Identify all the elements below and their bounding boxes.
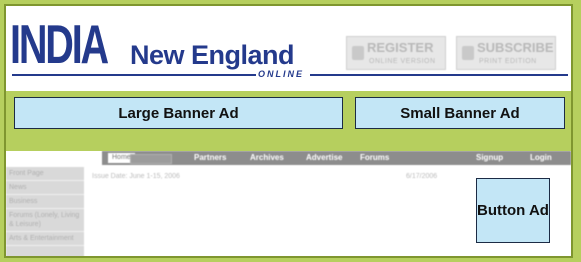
sidebar-item-news[interactable]: News xyxy=(6,181,84,195)
sidebar-item-front-page[interactable]: Front Page xyxy=(6,167,84,181)
nav-archives[interactable]: Archives xyxy=(250,153,284,163)
sidebar-item-forums[interactable]: Forums (Lonely, Living & Leisure) xyxy=(6,209,84,232)
page-frame: INDIA New England ONLINE REGISTER ONLINE… xyxy=(4,4,573,258)
logo-india[interactable]: INDIA xyxy=(10,14,109,74)
nav-search-box[interactable] xyxy=(130,154,172,164)
nav-signup[interactable]: Signup xyxy=(476,153,503,163)
sidebar: Front Page News Business Forums (Lonely,… xyxy=(6,167,84,256)
register-subtitle: ONLINE VERSION xyxy=(369,58,436,65)
subscribe-subtitle: PRINT EDITION xyxy=(479,58,537,65)
sidebar-item-arts[interactable]: Arts & Entertainment xyxy=(6,232,84,246)
subscribe-button[interactable]: SUBSCRIBE PRINT EDITION xyxy=(456,36,556,70)
register-button[interactable]: REGISTER ONLINE VERSION xyxy=(346,36,446,70)
large-banner-ad[interactable]: Large Banner Ad xyxy=(14,97,343,129)
nav-login[interactable]: Login xyxy=(530,153,552,163)
logo-new-england[interactable]: New England xyxy=(130,40,295,70)
subscribe-title: SUBSCRIBE xyxy=(477,40,554,55)
issue-date-label: Issue Date: June 1-15, 2006 xyxy=(92,173,180,180)
sidebar-item-business[interactable]: Business xyxy=(6,195,84,209)
arrow-icon xyxy=(462,46,474,60)
register-title: REGISTER xyxy=(367,40,434,55)
nav-bar: Home Partners Archives Advertise Forums … xyxy=(102,151,571,165)
nav-forums[interactable]: Forums xyxy=(360,153,389,163)
button-ad[interactable]: Button Ad xyxy=(476,178,550,243)
site-header: INDIA New England ONLINE REGISTER ONLINE… xyxy=(6,6,571,91)
logo-rule-right xyxy=(310,74,568,76)
logo-online: ONLINE xyxy=(258,69,305,79)
nav-partners[interactable]: Partners xyxy=(194,153,226,163)
logo-rule-left xyxy=(12,74,256,76)
current-date: 6/17/2006 xyxy=(406,173,438,180)
nav-advertise[interactable]: Advertise xyxy=(306,153,342,163)
site-content: Home Partners Archives Advertise Forums … xyxy=(6,151,571,256)
small-banner-ad[interactable]: Small Banner Ad xyxy=(355,97,565,129)
arrow-icon xyxy=(352,46,364,60)
